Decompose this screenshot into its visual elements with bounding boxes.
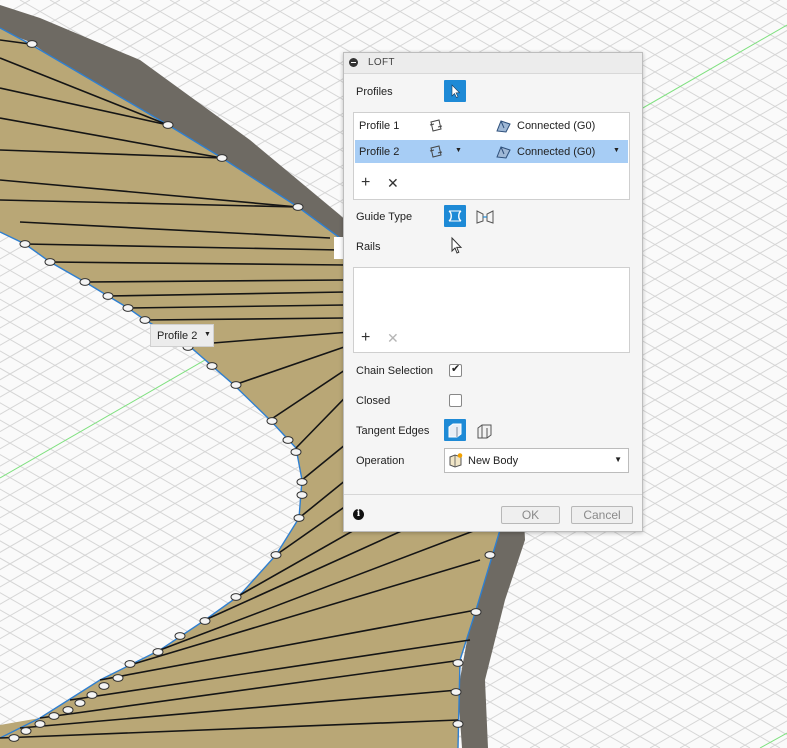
cursor-arrow-icon[interactable] — [448, 236, 464, 256]
vertex-point[interactable] — [293, 514, 305, 522]
chevron-down-icon[interactable]: ▼ — [455, 147, 462, 154]
grid-line — [679, 0, 787, 63]
guide-rails-icon — [448, 210, 462, 222]
connected-g0-icon[interactable] — [495, 118, 513, 134]
rails-list: + ✕ — [353, 267, 630, 353]
vertex-point[interactable] — [452, 720, 464, 728]
vertex-point[interactable] — [270, 551, 282, 559]
guide-type-rails-button[interactable] — [444, 205, 466, 227]
grid-line — [709, 703, 787, 748]
profile-loop-icon[interactable] — [428, 144, 444, 160]
vertex-point[interactable] — [450, 688, 462, 696]
vertex-point[interactable] — [470, 608, 482, 616]
cancel-button[interactable]: Cancel — [571, 506, 633, 524]
vertex-point[interactable] — [102, 292, 114, 300]
x-icon: ✕ — [387, 330, 399, 346]
vertex-point[interactable] — [290, 448, 302, 456]
profile-loop-icon[interactable] — [428, 118, 444, 134]
vertex-point[interactable] — [296, 491, 308, 499]
vertex-point[interactable] — [282, 436, 294, 444]
vertex-point[interactable] — [162, 121, 174, 129]
plus-icon[interactable]: + — [361, 175, 370, 191]
list-item[interactable]: Profile 2 ▼ Connected (G0) ▼ — [355, 140, 628, 163]
operation-value: New Body — [468, 455, 519, 467]
closed-checkbox[interactable] — [449, 394, 462, 407]
chevron-down-icon[interactable]: ▼ — [204, 331, 211, 338]
guide-type-label: Guide Type — [356, 211, 413, 223]
vertex-point[interactable] — [48, 712, 60, 720]
x-icon[interactable]: ✕ — [387, 175, 399, 191]
vertex-point[interactable] — [174, 632, 186, 640]
vertex-point[interactable] — [484, 551, 496, 559]
tangent-merge-icon — [448, 423, 462, 438]
ok-button[interactable]: OK — [501, 506, 560, 524]
chevron-down-icon[interactable]: ▼ — [613, 147, 620, 154]
checkmark-icon: ✔ — [451, 363, 461, 375]
vertex-point[interactable] — [216, 154, 228, 162]
vertex-point[interactable] — [122, 304, 134, 312]
vertex-point[interactable] — [230, 381, 242, 389]
vertex-point[interactable] — [452, 659, 464, 667]
minus-circle-icon[interactable] — [349, 58, 358, 67]
vertex-point[interactable] — [44, 258, 56, 266]
guide-centerline-icon[interactable] — [475, 208, 495, 226]
vertex-point[interactable] — [206, 362, 218, 370]
vertex-point[interactable] — [199, 617, 211, 625]
loft-dialog: LOFT Profiles Profile 1 Connected (G0) P… — [343, 52, 643, 532]
grid-line — [679, 685, 787, 748]
vertex-point[interactable] — [230, 593, 242, 601]
vertex-point[interactable] — [139, 316, 151, 324]
profile-name: Profile 1 — [359, 120, 400, 132]
plus-icon[interactable]: + — [361, 330, 370, 346]
list-item[interactable]: Profile 1 Connected (G0) — [355, 114, 628, 137]
profiles-label: Profiles — [356, 86, 393, 98]
dialog-header: LOFT — [344, 53, 642, 74]
profiles-list: Profile 1 Connected (G0) Profile 2 ▼ Con… — [353, 112, 630, 200]
profile-name: Profile 2 — [359, 146, 400, 158]
profile-canvas-label-text: Profile 2 — [157, 330, 198, 342]
vertex-point[interactable] — [112, 674, 124, 682]
vertex-point[interactable] — [74, 699, 86, 707]
operation-label: Operation — [356, 455, 405, 467]
vertex-point[interactable] — [8, 734, 20, 742]
vertex-point[interactable] — [266, 417, 278, 425]
grid-line — [739, 720, 787, 748]
rails-label: Rails — [356, 241, 381, 253]
vertex-point[interactable] — [62, 706, 74, 714]
chain-selection-label: Chain Selection — [356, 365, 434, 377]
vertex-point[interactable] — [79, 278, 91, 286]
grid-line — [709, 0, 787, 45]
info-icon[interactable]: i — [353, 509, 364, 520]
vertex-point[interactable] — [26, 40, 38, 48]
operation-dropdown[interactable]: New Body ▼ — [444, 448, 629, 473]
tangent-edges-merge-button[interactable] — [444, 419, 466, 441]
vertex-point[interactable] — [296, 478, 308, 486]
chevron-down-icon: ▼ — [614, 455, 622, 464]
tangent-keep-icon[interactable] — [475, 422, 495, 440]
vertex-point[interactable] — [124, 660, 136, 668]
vertex-point[interactable] — [34, 720, 46, 728]
connected-g0-icon[interactable] — [495, 144, 513, 160]
vertex-point[interactable] — [292, 203, 304, 211]
vertex-point[interactable] — [19, 240, 31, 248]
dialog-title: LOFT — [368, 57, 395, 68]
vertex-point[interactable] — [152, 648, 164, 656]
chain-selection-checkbox[interactable]: ✔ — [449, 363, 462, 377]
dialog-footer: i OK Cancel — [344, 494, 642, 532]
vertex-point[interactable] — [86, 691, 98, 699]
cursor-arrow-icon — [451, 84, 461, 98]
vertex-point[interactable] — [20, 727, 32, 735]
grid-line — [739, 0, 787, 28]
tangent-edges-label: Tangent Edges — [356, 425, 430, 437]
profiles-select-button[interactable] — [444, 80, 466, 102]
vertex-point[interactable] — [98, 682, 110, 690]
profile-condition: Connected (G0) — [517, 120, 596, 132]
new-body-icon — [449, 453, 463, 468]
profile-condition: Connected (G0) — [517, 146, 596, 158]
closed-label: Closed — [356, 395, 391, 407]
profile-canvas-label[interactable]: Profile 2 ▼ — [150, 324, 214, 347]
